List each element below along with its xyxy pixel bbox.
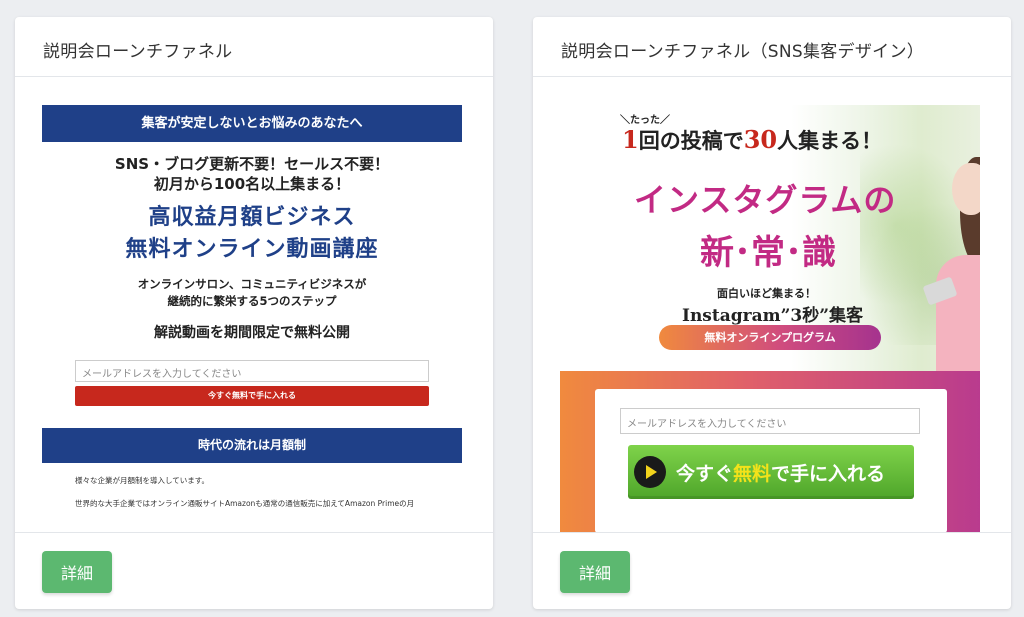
preview-subheadline-2: 初月から100名以上集まる！ xyxy=(153,175,351,193)
detail-button[interactable]: 詳細 xyxy=(560,551,630,593)
card-footer: 詳細 xyxy=(533,532,1011,609)
card-title: 説明会ローンチファネル xyxy=(15,17,493,77)
preview-section-banner: 時代の流れは月額制 xyxy=(42,428,462,463)
preview-program-pill: 無料オンラインプログラム xyxy=(659,325,881,350)
preview-body-text-1: 様々な企業が月額制を導入しています。 xyxy=(75,476,210,485)
template-card-launch-funnel: 説明会ローンチファネル 集客が安定しないとお悩みのあなたへ SNS・ブログ更新不… xyxy=(15,17,493,609)
preview-email-field: メールアドレスを入力してください xyxy=(75,360,429,382)
card-footer: 詳細 xyxy=(15,532,493,609)
play-icon xyxy=(634,456,666,488)
card-title: 説明会ローンチファネル（SNS集客デザイン） xyxy=(533,17,1011,77)
preview-title-1: インスタグラムの xyxy=(634,181,897,219)
preview-desc-1: オンラインサロン、コミュニティビジネスが xyxy=(137,277,367,291)
funnel-preview-image[interactable]: 集客が安定しないとお悩みのあなたへ SNS・ブログ更新不要！セールス不要！ 初月… xyxy=(42,105,462,535)
preview-cta-label: 今すぐ無料で手に入れる xyxy=(676,462,886,485)
template-card-sns-launch-funnel: 説明会ローンチファネル（SNS集客デザイン） ＼たった／ 1回の投稿で30人集ま… xyxy=(533,17,1011,609)
card-preview-area: 集客が安定しないとお悩みのあなたへ SNS・ブログ更新不要！セールス不要！ 初月… xyxy=(15,78,493,535)
preview-publish-text: 解説動画を期間限定で無料公開 xyxy=(154,325,350,341)
preview-body-text-2: 世界的な大手企業ではオンライン通販サイトAmazonも通常の通信販売に加えてAm… xyxy=(75,499,415,508)
preview-headline: 1回の投稿で30人集まる！ xyxy=(622,125,883,154)
detail-button[interactable]: 詳細 xyxy=(42,551,112,593)
preview-cta-button: 今すぐ無料で手に入れる xyxy=(628,445,914,499)
preview-headline-2: 無料オンライン動画講座 xyxy=(125,237,379,262)
funnel-preview-image[interactable]: ＼たった／ 1回の投稿で30人集まる！ インスタグラムの 新･常･識 面白いほど… xyxy=(560,105,980,533)
preview-subtitle: Instagram”3秒”集客 xyxy=(682,306,863,326)
preview-tagline: 面白いほど集まる！ xyxy=(717,287,816,300)
preview-desc-2: 継続的に繁栄する5つのステップ xyxy=(167,294,337,308)
preview-cta-button: 今すぐ無料で手に入れる xyxy=(75,386,429,406)
preview-eyebrow: ＼たった／ xyxy=(620,115,670,126)
preview-email-field: メールアドレスを入力してください xyxy=(620,408,920,434)
card-preview-area: ＼たった／ 1回の投稿で30人集まる！ インスタグラムの 新･常･識 面白いほど… xyxy=(533,78,1011,533)
preview-subheadline-1: SNS・ブログ更新不要！セールス不要！ xyxy=(114,155,390,173)
preview-banner: 集客が安定しないとお悩みのあなたへ xyxy=(42,105,462,142)
preview-title-2: 新･常･識 xyxy=(700,233,836,273)
preview-headline-1: 高収益月額ビジネス xyxy=(148,205,356,230)
